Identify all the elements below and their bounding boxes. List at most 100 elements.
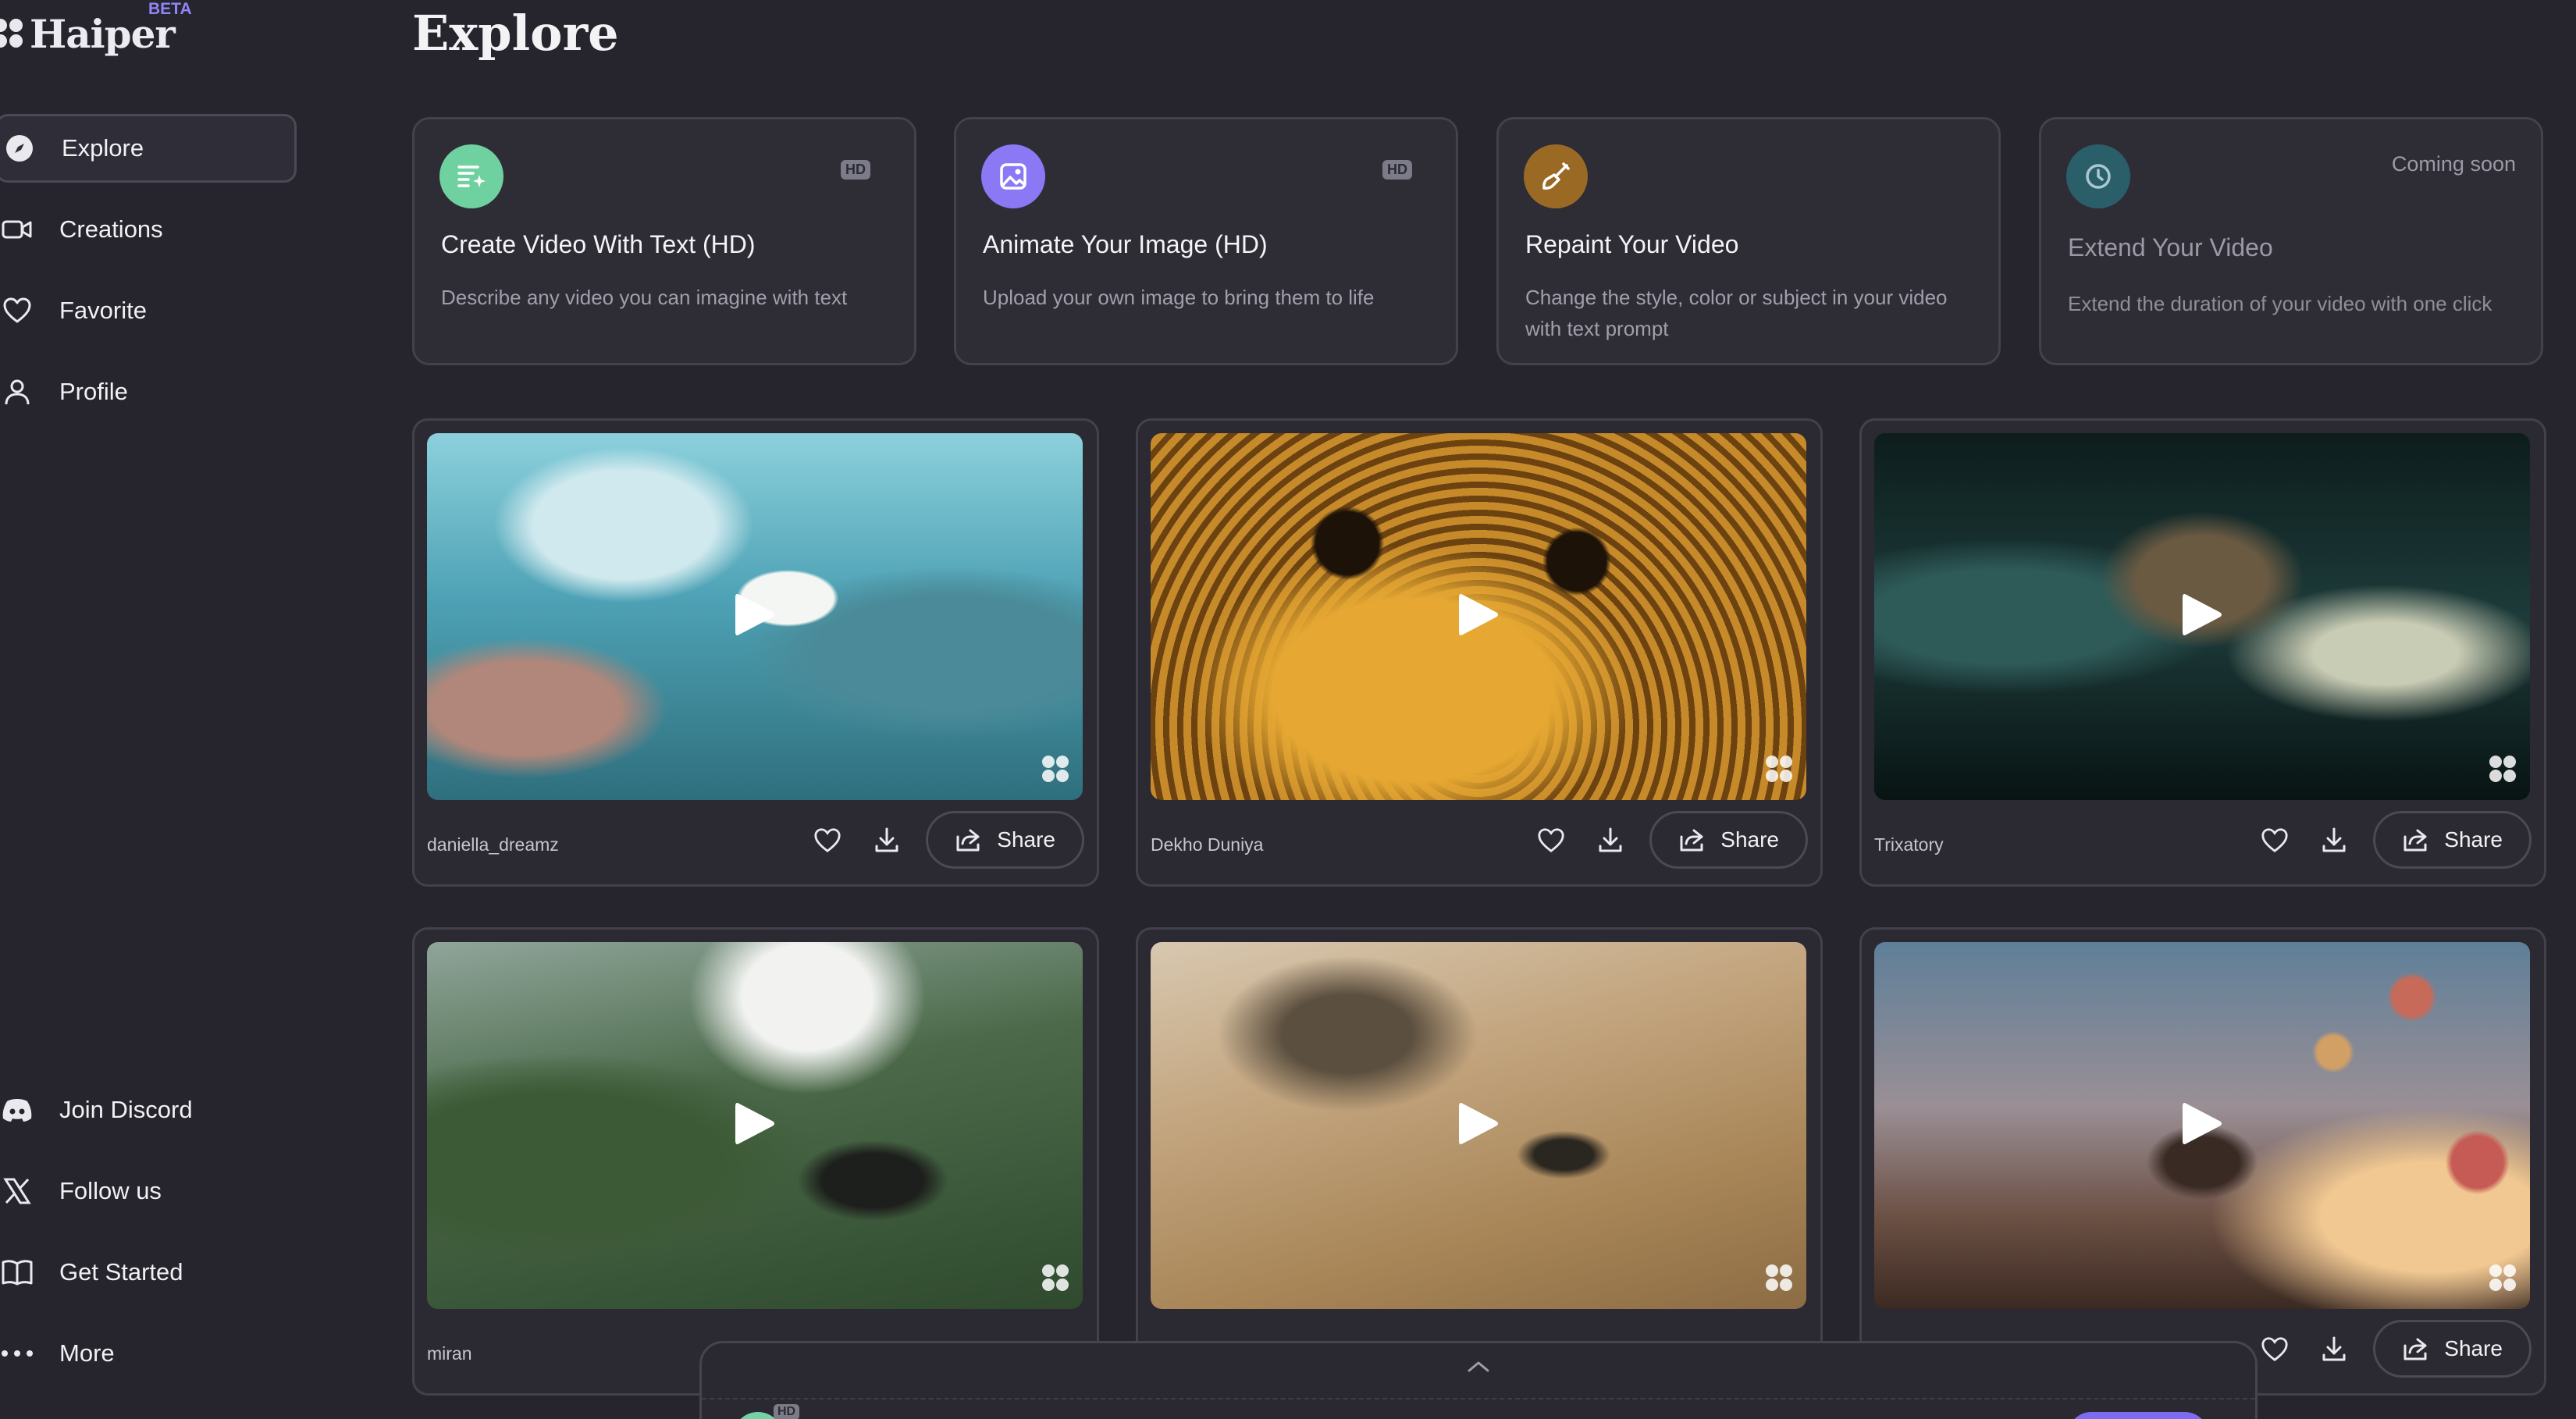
share-label: Share — [2444, 827, 2503, 852]
haiper-watermark-icon — [1764, 1263, 1794, 1296]
share-button[interactable]: Share — [1649, 811, 1808, 869]
download-button[interactable] — [2314, 820, 2354, 860]
sidebar-item-more[interactable]: More — [0, 1319, 297, 1388]
video-author[interactable]: Trixatory — [1874, 834, 1944, 855]
coming-soon-label: Coming soon — [2391, 152, 2516, 176]
haiper-watermark-icon — [1764, 754, 1794, 788]
haiper-watermark-icon — [1041, 1263, 1070, 1296]
download-icon — [2322, 1336, 2346, 1361]
download-button[interactable] — [866, 820, 907, 860]
sidebar-item-explore[interactable]: Explore — [0, 114, 297, 183]
sidebar-item-label: Follow us — [59, 1177, 162, 1204]
sidebar-item-label: Explore — [62, 134, 144, 162]
favorite-button[interactable] — [2254, 1328, 2295, 1369]
play-icon[interactable] — [734, 1101, 776, 1151]
video-thumbnail[interactable] — [1151, 942, 1806, 1309]
favorite-button[interactable] — [1531, 820, 1571, 860]
x-logo-icon — [0, 1174, 34, 1208]
tool-description: Change the style, color or subject in yo… — [1525, 286, 1948, 340]
prompt-composer-panel[interactable]: HD — [699, 1341, 2258, 1419]
sidebar-item-label: Favorite — [59, 297, 147, 324]
hd-badge: HD — [1382, 160, 1412, 180]
sidebar-item-label: Profile — [59, 378, 128, 405]
divider — [702, 1398, 2255, 1399]
book-icon — [0, 1255, 34, 1289]
sidebar-item-label: More — [59, 1339, 115, 1367]
haiper-watermark-icon — [1041, 754, 1070, 788]
user-icon — [0, 375, 34, 409]
download-icon — [2322, 827, 2346, 852]
tool-description: Upload your own image to bring them to l… — [983, 286, 1375, 309]
page-title: Explore — [412, 5, 619, 62]
tool-title: Repaint Your Video — [1525, 230, 1739, 258]
share-icon — [2403, 829, 2427, 852]
tool-title: Extend Your Video — [2068, 233, 2273, 261]
tool-description: Extend the duration of your video with o… — [2068, 292, 2492, 315]
play-icon[interactable] — [1457, 1101, 1500, 1151]
discord-icon — [0, 1093, 34, 1127]
clock-icon — [2066, 144, 2130, 208]
tool-card-extend-video: Coming soon Extend Your Video Extend the… — [2039, 117, 2543, 365]
tool-card-animate-image[interactable]: HD Animate Your Image (HD) Upload your o… — [954, 117, 1458, 365]
share-label: Share — [1720, 827, 1779, 852]
download-button[interactable] — [1590, 820, 1631, 860]
heart-icon — [814, 828, 841, 852]
create-button[interactable] — [2068, 1412, 2208, 1419]
video-thumbnail[interactable] — [427, 433, 1083, 800]
video-thumbnail[interactable] — [1874, 433, 2530, 800]
video-camera-icon — [0, 212, 34, 247]
sidebar-footer-nav: Join Discord Follow us Get Started More — [0, 1076, 297, 1400]
play-icon[interactable] — [2181, 592, 2223, 642]
video-card[interactable]: Dekho Duniya Share — [1136, 418, 1823, 887]
more-dots-icon — [0, 1336, 34, 1371]
tool-title: Create Video With Text (HD) — [441, 230, 756, 258]
share-button[interactable]: Share — [2373, 811, 2532, 869]
share-label: Share — [997, 827, 1055, 852]
hd-badge: HD — [774, 1404, 800, 1419]
heart-icon — [2261, 828, 2288, 852]
favorite-button[interactable] — [807, 820, 848, 860]
tool-card-repaint-video[interactable]: Repaint Your Video Change the style, col… — [1496, 117, 2001, 365]
haiper-logo-icon — [0, 18, 25, 50]
sidebar-nav: Explore Creations Favorite Profile — [0, 114, 297, 439]
sidebar-item-label: Join Discord — [59, 1096, 193, 1123]
heart-icon — [1538, 828, 1564, 852]
text-to-video-icon — [439, 144, 503, 208]
heart-icon — [2261, 1337, 2288, 1361]
hd-badge: HD — [841, 160, 870, 180]
video-actions: Share — [2254, 1320, 2532, 1378]
chevron-up-icon[interactable] — [1467, 1360, 1490, 1377]
sidebar-item-join-discord[interactable]: Join Discord — [0, 1076, 297, 1144]
video-thumbnail[interactable] — [427, 942, 1083, 1309]
video-thumbnail[interactable] — [1874, 942, 2530, 1309]
tool-description: Describe any video you can imagine with … — [441, 286, 848, 309]
tool-card-text-to-video[interactable]: HD Create Video With Text (HD) Describe … — [412, 117, 916, 365]
video-author[interactable]: miran — [427, 1343, 472, 1364]
image-icon — [981, 144, 1045, 208]
sidebar-item-label: Get Started — [59, 1258, 183, 1286]
sidebar: Haiper BETA Explore Creations Favorite P… — [0, 0, 328, 1419]
share-button[interactable]: Share — [926, 811, 1084, 869]
video-author[interactable]: daniella_dreamz — [427, 834, 559, 855]
sidebar-item-get-started[interactable]: Get Started — [0, 1238, 297, 1307]
play-icon[interactable] — [734, 592, 776, 642]
play-icon[interactable] — [1457, 592, 1500, 642]
video-card[interactable]: daniella_dreamz Share — [412, 418, 1099, 887]
video-actions: Share — [2254, 811, 2532, 869]
video-card[interactable] — [1136, 927, 1823, 1396]
sidebar-item-follow-us[interactable]: Follow us — [0, 1157, 297, 1225]
sidebar-item-profile[interactable]: Profile — [0, 357, 297, 426]
favorite-button[interactable] — [2254, 820, 2295, 860]
sidebar-item-favorite[interactable]: Favorite — [0, 276, 297, 345]
video-card[interactable]: Share — [1859, 927, 2546, 1396]
video-card[interactable]: miran — [412, 927, 1099, 1396]
video-author[interactable]: Dekho Duniya — [1151, 834, 1263, 855]
video-thumbnail[interactable] — [1151, 433, 1806, 800]
video-card[interactable]: Trixatory Share — [1859, 418, 2546, 887]
share-button[interactable]: Share — [2373, 1320, 2532, 1378]
sidebar-item-creations[interactable]: Creations — [0, 195, 297, 264]
play-icon[interactable] — [2181, 1101, 2223, 1151]
download-button[interactable] — [2314, 1328, 2354, 1369]
share-icon — [1680, 829, 1703, 852]
download-icon — [875, 827, 898, 852]
